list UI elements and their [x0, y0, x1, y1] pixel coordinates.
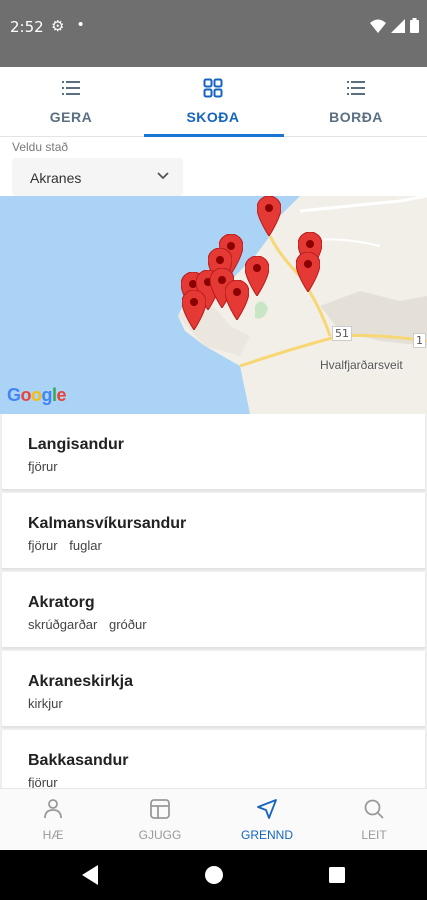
place-name: Kalmansvíkursandur	[28, 515, 187, 532]
map-view[interactable]: 51 1 Hvalfjarðarsveit Google	[0, 196, 427, 414]
battery-icon	[410, 18, 419, 33]
nav-label: LEIT	[361, 828, 387, 842]
nav-label: GJUGG	[138, 828, 182, 842]
list-item[interactable]: Bakkasandur fjörur	[2, 730, 425, 788]
tab-skoda[interactable]: SKOÐA	[142, 67, 284, 137]
place-tag: kirkjur	[28, 696, 63, 711]
search-icon	[364, 799, 384, 819]
person-icon	[44, 799, 62, 819]
list-item[interactable]: Kalmansvíkursandur fjörur fuglar	[2, 493, 425, 569]
google-logo: Google	[7, 385, 67, 405]
chevron-down-icon	[157, 172, 169, 180]
location-select[interactable]: Akranes	[12, 158, 183, 196]
nav-item-gjugg[interactable]: GJUGG	[107, 789, 213, 851]
list-icon	[347, 81, 365, 95]
place-tags: fjörur fuglar	[28, 538, 110, 553]
home-icon[interactable]	[204, 864, 224, 886]
nav-item-grennd[interactable]: GRENND	[214, 789, 320, 851]
place-tags: fjörur	[28, 775, 66, 788]
list-item[interactable]: Akraneskirkja kirkjur	[2, 651, 425, 727]
place-tags: fjörur	[28, 459, 66, 474]
places-list: Langisandur fjörur Kalmansvíkursandur fj…	[0, 414, 427, 788]
place-name: Bakkasandur	[28, 752, 129, 769]
top-tabs: GERA SKOÐA BORÐA	[0, 67, 427, 137]
place-tags: kirkjur	[28, 696, 71, 711]
place-tag: gróður	[109, 617, 147, 632]
nav-item-leit[interactable]: LEIT	[321, 789, 427, 851]
place-name: Langisandur	[28, 436, 125, 453]
place-tag: skrúðgarðar	[28, 617, 98, 632]
wifi-icon	[370, 19, 386, 33]
signal-icon	[391, 19, 405, 33]
grid-icon	[203, 78, 223, 98]
status-bar: 2:52 ⚙ •	[0, 0, 427, 67]
road-number-51: 51	[332, 326, 352, 341]
tab-gera[interactable]: GERA	[0, 67, 142, 137]
location-select-value: Akranes	[30, 170, 82, 186]
nav-item-hae[interactable]: HÆ	[0, 789, 106, 851]
tab-borda[interactable]: BORÐA	[285, 67, 427, 137]
tab-label: BORÐA	[329, 109, 383, 125]
place-tag: fuglar	[69, 538, 102, 553]
list-icon	[62, 81, 80, 95]
place-tag: fjörur	[28, 538, 58, 553]
tab-label: SKOÐA	[186, 109, 240, 125]
list-item[interactable]: Langisandur fjörur	[2, 414, 425, 490]
place-name: Akratorg	[28, 594, 95, 611]
map-pin-icon[interactable]	[257, 196, 281, 236]
map-place-label: Hvalfjarðarsveit	[320, 358, 403, 372]
bottom-navigation: HÆ GJUGG GRENND LEIT	[0, 788, 427, 850]
recents-icon[interactable]	[327, 864, 347, 886]
nav-label: GRENND	[240, 828, 293, 842]
list-item[interactable]: Akratorg skrúðgarðar gróður	[2, 572, 425, 648]
road-number-1: 1	[413, 333, 426, 348]
tab-indicator	[144, 134, 284, 137]
place-tag: fjörur	[28, 459, 58, 474]
tab-label: GERA	[49, 109, 93, 125]
place-tags: skrúðgarðar gróður	[28, 617, 155, 632]
status-time: 2:52	[10, 18, 44, 36]
navigation-arrow-icon	[257, 799, 277, 819]
location-select-label: Veldu stað	[12, 140, 69, 154]
gear-icon: ⚙	[51, 18, 65, 35]
system-navigation-bar	[0, 850, 427, 900]
map-pin-icon[interactable]	[225, 280, 249, 320]
place-name: Akraneskirkja	[28, 673, 133, 690]
nav-label: HÆ	[42, 828, 64, 842]
back-icon[interactable]	[80, 864, 100, 886]
layout-icon	[150, 799, 170, 819]
place-tag: fjörur	[28, 775, 58, 788]
map-pin-icon[interactable]	[296, 252, 320, 292]
dot-icon: •	[78, 16, 84, 33]
map-pin-icon[interactable]	[182, 290, 206, 330]
